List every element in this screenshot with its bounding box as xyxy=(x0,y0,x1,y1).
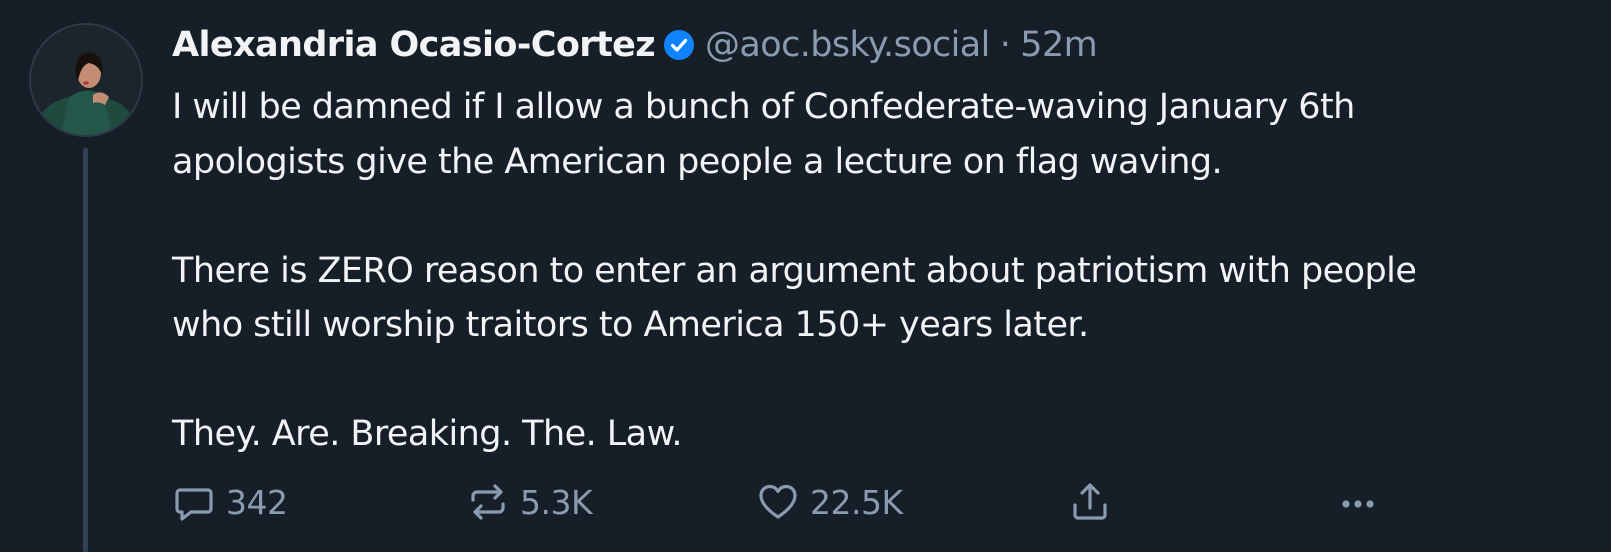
avatar-image xyxy=(31,25,141,135)
post-header: Alexandria Ocasio-Cortez @aoc.bsky.socia… xyxy=(172,20,1098,70)
post-timestamp[interactable]: 52m xyxy=(1020,25,1097,65)
verified-check-icon xyxy=(663,29,695,61)
like-button[interactable]: 22.5K xyxy=(756,472,903,532)
post-paragraph: They. Are. Breaking. The. Law. xyxy=(172,407,1602,462)
author-display-name[interactable]: Alexandria Ocasio-Cortez xyxy=(172,25,656,65)
more-options-button[interactable] xyxy=(1336,472,1380,532)
post-text-line: apologists give the American people a le… xyxy=(172,141,1223,182)
post-text: I will be damned if I allow a bunch of C… xyxy=(172,80,1602,462)
post-text-line: I will be damned if I allow a bunch of C… xyxy=(172,87,1355,127)
post-text-line: There is ZERO reason to enter an argumen… xyxy=(172,250,1417,291)
more-icon xyxy=(1336,480,1380,524)
post-paragraph: I will be damned if I allow a bunch of C… xyxy=(172,80,1602,189)
post: Alexandria Ocasio-Cortez @aoc.bsky.socia… xyxy=(0,0,1611,552)
author-handle[interactable]: @aoc.bsky.social xyxy=(705,25,990,65)
like-count: 22.5K xyxy=(810,482,903,522)
share-button[interactable] xyxy=(1068,472,1112,532)
reply-count: 342 xyxy=(226,482,288,522)
repost-icon xyxy=(466,480,510,524)
reply-icon xyxy=(172,480,216,524)
separator-dot: · xyxy=(999,25,1011,65)
repost-count: 5.3K xyxy=(520,482,593,522)
post-text-line: They. Are. Breaking. The. Law. xyxy=(172,414,683,454)
heart-icon xyxy=(756,480,800,524)
share-icon xyxy=(1068,480,1112,524)
repost-button[interactable]: 5.3K xyxy=(466,472,593,532)
post-actions: 342 5.3K 22.5K xyxy=(0,472,1611,532)
post-text-line: who still worship traitors to America 15… xyxy=(172,305,1089,345)
avatar[interactable] xyxy=(29,23,143,137)
post-paragraph: There is ZERO reason to enter an argumen… xyxy=(172,244,1602,353)
reply-button[interactable]: 342 xyxy=(172,472,288,532)
